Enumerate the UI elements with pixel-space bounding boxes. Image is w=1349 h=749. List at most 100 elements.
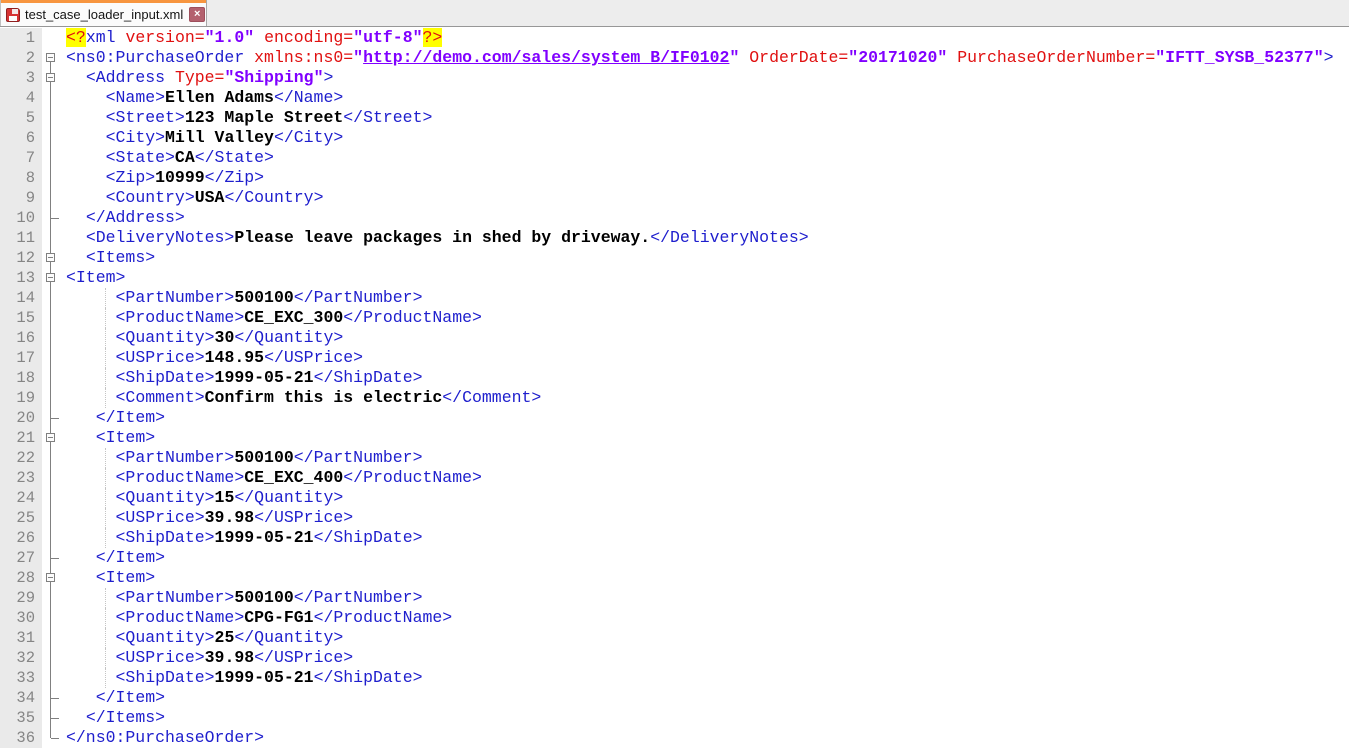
code-text[interactable]: <ShipDate>1999-05-21</ShipDate> [60,528,1349,548]
code-text[interactable]: <Items> [60,248,1349,268]
code-text[interactable]: <Item> [60,428,1349,448]
fold-collapse-icon[interactable] [46,573,55,582]
code-text[interactable]: <Street>123 Maple Street</Street> [60,108,1349,128]
line-number[interactable]: 9 [0,188,42,208]
code-line[interactable]: 32 <USPrice>39.98</USPrice> [0,648,1349,668]
line-number[interactable]: 3 [0,68,42,88]
code-line[interactable]: 12 <Items> [0,248,1349,268]
line-number[interactable]: 8 [0,168,42,188]
line-number[interactable]: 1 [0,28,42,48]
code-line[interactable]: 17 <USPrice>148.95</USPrice> [0,348,1349,368]
code-line[interactable]: 10 </Address> [0,208,1349,228]
code-line[interactable]: 16 <Quantity>30</Quantity> [0,328,1349,348]
fold-collapse-icon[interactable] [46,253,55,262]
line-number[interactable]: 25 [0,508,42,528]
line-number[interactable]: 29 [0,588,42,608]
fold-collapse-icon[interactable] [46,433,55,442]
fold-collapse-icon[interactable] [46,273,55,282]
code-text[interactable]: <Address Type="Shipping"> [60,68,1349,88]
line-number[interactable]: 32 [0,648,42,668]
code-text[interactable]: <Quantity>15</Quantity> [60,488,1349,508]
line-number[interactable]: 26 [0,528,42,548]
code-text[interactable]: </Item> [60,688,1349,708]
line-number[interactable]: 16 [0,328,42,348]
code-text[interactable]: <PartNumber>500100</PartNumber> [60,588,1349,608]
line-number[interactable]: 17 [0,348,42,368]
code-line[interactable]: 29 <PartNumber>500100</PartNumber> [0,588,1349,608]
line-number[interactable]: 36 [0,728,42,748]
close-tab-icon[interactable]: × [189,7,205,22]
code-line[interactable]: 20 </Item> [0,408,1349,428]
code-line[interactable]: 9 <Country>USA</Country> [0,188,1349,208]
code-line[interactable]: 25 <USPrice>39.98</USPrice> [0,508,1349,528]
line-number[interactable]: 12 [0,248,42,268]
tab-test-case-loader-input-xml[interactable]: test_case_loader_input.xml × [0,0,207,26]
code-line[interactable]: 33 <ShipDate>1999-05-21</ShipDate> [0,668,1349,688]
line-number[interactable]: 18 [0,368,42,388]
line-number[interactable]: 24 [0,488,42,508]
code-line[interactable]: 35 </Items> [0,708,1349,728]
code-text[interactable]: <Quantity>25</Quantity> [60,628,1349,648]
code-text[interactable]: <Comment>Confirm this is electric</Comme… [60,388,1349,408]
code-line[interactable]: 28 <Item> [0,568,1349,588]
code-text[interactable]: <City>Mill Valley</City> [60,128,1349,148]
code-text[interactable]: </Items> [60,708,1349,728]
code-text[interactable]: <Item> [60,268,1349,288]
line-number[interactable]: 15 [0,308,42,328]
code-line[interactable]: 7 <State>CA</State> [0,148,1349,168]
code-text[interactable]: <PartNumber>500100</PartNumber> [60,448,1349,468]
code-line[interactable]: 36</ns0:PurchaseOrder> [0,728,1349,748]
line-number[interactable]: 23 [0,468,42,488]
line-number[interactable]: 19 [0,388,42,408]
line-number[interactable]: 4 [0,88,42,108]
code-text[interactable]: <Item> [60,568,1349,588]
line-number[interactable]: 7 [0,148,42,168]
line-number[interactable]: 6 [0,128,42,148]
code-text[interactable]: <?xml version="1.0" encoding="utf-8"?> [60,28,1349,48]
code-line[interactable]: 18 <ShipDate>1999-05-21</ShipDate> [0,368,1349,388]
code-text[interactable]: </Item> [60,408,1349,428]
code-text[interactable]: <Quantity>30</Quantity> [60,328,1349,348]
code-text[interactable]: <ShipDate>1999-05-21</ShipDate> [60,668,1349,688]
fold-collapse-icon[interactable] [46,73,55,82]
line-number[interactable]: 5 [0,108,42,128]
code-line[interactable]: 1 <?xml version="1.0" encoding="utf-8"?> [0,28,1349,48]
code-text[interactable]: <Zip>10999</Zip> [60,168,1349,188]
code-line[interactable]: 26 <ShipDate>1999-05-21</ShipDate> [0,528,1349,548]
code-text[interactable]: <ProductName>CPG-FG1</ProductName> [60,608,1349,628]
fold-collapse-icon[interactable] [46,53,55,62]
code-text[interactable]: <Country>USA</Country> [60,188,1349,208]
code-text[interactable]: <Name>Ellen Adams</Name> [60,88,1349,108]
code-line[interactable]: 11 <DeliveryNotes>Please leave packages … [0,228,1349,248]
code-text[interactable]: <USPrice>148.95</USPrice> [60,348,1349,368]
code-line[interactable]: 5 <Street>123 Maple Street</Street> [0,108,1349,128]
code-text[interactable]: <ns0:PurchaseOrder xmlns:ns0="http://dem… [60,48,1349,68]
code-line[interactable]: 30 <ProductName>CPG-FG1</ProductName> [0,608,1349,628]
code-line[interactable]: 13<Item> [0,268,1349,288]
line-number[interactable]: 33 [0,668,42,688]
code-text[interactable]: <ProductName>CE_EXC_400</ProductName> [60,468,1349,488]
code-text[interactable]: <DeliveryNotes>Please leave packages in … [60,228,1349,248]
line-number[interactable]: 35 [0,708,42,728]
code-line[interactable]: 2 <ns0:PurchaseOrder xmlns:ns0="http://de… [0,48,1349,68]
code-line[interactable]: 34 </Item> [0,688,1349,708]
line-number[interactable]: 2 [0,48,42,68]
code-line[interactable]: 14 <PartNumber>500100</PartNumber> [0,288,1349,308]
code-text[interactable]: <ShipDate>1999-05-21</ShipDate> [60,368,1349,388]
line-number[interactable]: 27 [0,548,42,568]
code-line[interactable]: 8 <Zip>10999</Zip> [0,168,1349,188]
code-line[interactable]: 15 <ProductName>CE_EXC_300</ProductName> [0,308,1349,328]
code-text[interactable]: <State>CA</State> [60,148,1349,168]
code-line[interactable]: 27 </Item> [0,548,1349,568]
code-line[interactable]: 24 <Quantity>15</Quantity> [0,488,1349,508]
line-number[interactable]: 30 [0,608,42,628]
code-line[interactable]: 3 <Address Type="Shipping"> [0,68,1349,88]
code-line[interactable]: 6 <City>Mill Valley</City> [0,128,1349,148]
line-number[interactable]: 21 [0,428,42,448]
line-number[interactable]: 31 [0,628,42,648]
line-number[interactable]: 22 [0,448,42,468]
code-line[interactable]: 22 <PartNumber>500100</PartNumber> [0,448,1349,468]
line-number[interactable]: 34 [0,688,42,708]
code-line[interactable]: 21 <Item> [0,428,1349,448]
code-text[interactable]: </Item> [60,548,1349,568]
